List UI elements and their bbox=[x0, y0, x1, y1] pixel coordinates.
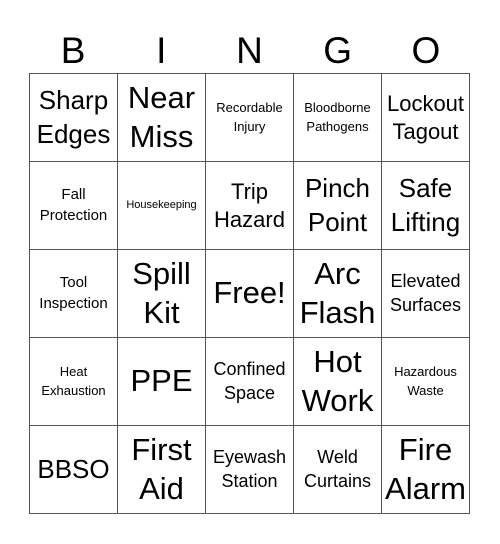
bingo-cell[interactable]: Elevated Surfaces bbox=[382, 250, 470, 338]
bingo-cell-label: First Aid bbox=[131, 431, 192, 506]
header-letter-g: G bbox=[323, 30, 353, 71]
header-letter-n: N bbox=[236, 30, 263, 71]
bingo-cell-label: PPE bbox=[130, 363, 193, 399]
bingo-cell-label: Fall Protection bbox=[39, 186, 108, 224]
bingo-cell[interactable]: Tool Inspection bbox=[30, 250, 118, 338]
bingo-grid: Sharp Edges Near Miss Recordable Injury Blo… bbox=[29, 73, 470, 514]
bingo-cell[interactable]: Lockout Tagout bbox=[382, 74, 470, 162]
bingo-cell[interactable]: Housekeeping bbox=[118, 162, 206, 250]
bingo-cell-label: Hazardous Waste bbox=[394, 364, 457, 398]
bingo-cell-label: Trip Hazard bbox=[214, 179, 285, 232]
bingo-cell[interactable]: Pinch Point bbox=[294, 162, 382, 250]
bingo-cell[interactable]: Hot Work bbox=[294, 338, 382, 426]
bingo-cell[interactable]: Fire Alarm bbox=[382, 426, 470, 514]
bingo-cell-label: Arc Flash bbox=[299, 255, 376, 330]
header-letter-i: I bbox=[156, 30, 167, 71]
bingo-cell[interactable]: Eyewash Station bbox=[206, 426, 294, 514]
bingo-cell-label: Free! bbox=[213, 275, 286, 311]
bingo-cell[interactable]: BBSO bbox=[30, 426, 118, 514]
bingo-cell[interactable]: Sharp Edges bbox=[30, 74, 118, 162]
bingo-cell[interactable]: Heat Exhaustion bbox=[30, 338, 118, 426]
bingo-cell[interactable]: Weld Curtains bbox=[294, 426, 382, 514]
bingo-cell-label: Weld Curtains bbox=[303, 447, 372, 491]
header-letter-o: O bbox=[411, 30, 441, 71]
bingo-cell[interactable]: Bloodborne Pathogens bbox=[294, 74, 382, 162]
bingo-cell-label: BBSO bbox=[37, 453, 110, 484]
bingo-cell[interactable]: Recordable Injury bbox=[206, 74, 294, 162]
bingo-cell-label: Hot Work bbox=[301, 343, 374, 418]
bingo-cell-label: Near Miss bbox=[127, 79, 196, 154]
bingo-cell[interactable]: Trip Hazard bbox=[206, 162, 294, 250]
bingo-cell[interactable]: Fall Protection bbox=[30, 162, 118, 250]
bingo-cell-label: Recordable Injury bbox=[216, 100, 283, 134]
bingo-cell-label: Elevated Surfaces bbox=[389, 271, 462, 315]
bingo-cell-label: Pinch Point bbox=[304, 172, 371, 237]
header-letter-b: B bbox=[60, 30, 86, 71]
bingo-header: B I N G O bbox=[29, 28, 470, 73]
bingo-cell[interactable]: Confined Space bbox=[206, 338, 294, 426]
bingo-cell[interactable]: PPE bbox=[118, 338, 206, 426]
bingo-cell-label: Spill Kit bbox=[132, 255, 191, 330]
bingo-cell-label: Tool Inspection bbox=[39, 274, 108, 312]
bingo-cell[interactable]: Spill Kit bbox=[118, 250, 206, 338]
bingo-cell[interactable]: Hazardous Waste bbox=[382, 338, 470, 426]
bingo-cell[interactable]: Arc Flash bbox=[294, 250, 382, 338]
bingo-cell-label: Bloodborne Pathogens bbox=[304, 100, 371, 134]
bingo-cell-label: Safe Lifting bbox=[390, 172, 461, 237]
bingo-cell-label: Sharp Edges bbox=[36, 84, 111, 149]
bingo-cell-label: Confined Space bbox=[213, 359, 286, 403]
bingo-cell-label: Housekeeping bbox=[126, 199, 197, 212]
bingo-cell-label: Eyewash Station bbox=[212, 447, 287, 491]
bingo-cell[interactable]: First Aid bbox=[118, 426, 206, 514]
bingo-cell-label: Lockout Tagout bbox=[386, 91, 465, 144]
bingo-cell-label: Heat Exhaustion bbox=[41, 364, 106, 398]
bingo-cell-label: Fire Alarm bbox=[385, 431, 466, 506]
bingo-cell[interactable]: Near Miss bbox=[118, 74, 206, 162]
bingo-cell[interactable]: Safe Lifting bbox=[382, 162, 470, 250]
bingo-cell[interactable]: Free! bbox=[206, 250, 294, 338]
